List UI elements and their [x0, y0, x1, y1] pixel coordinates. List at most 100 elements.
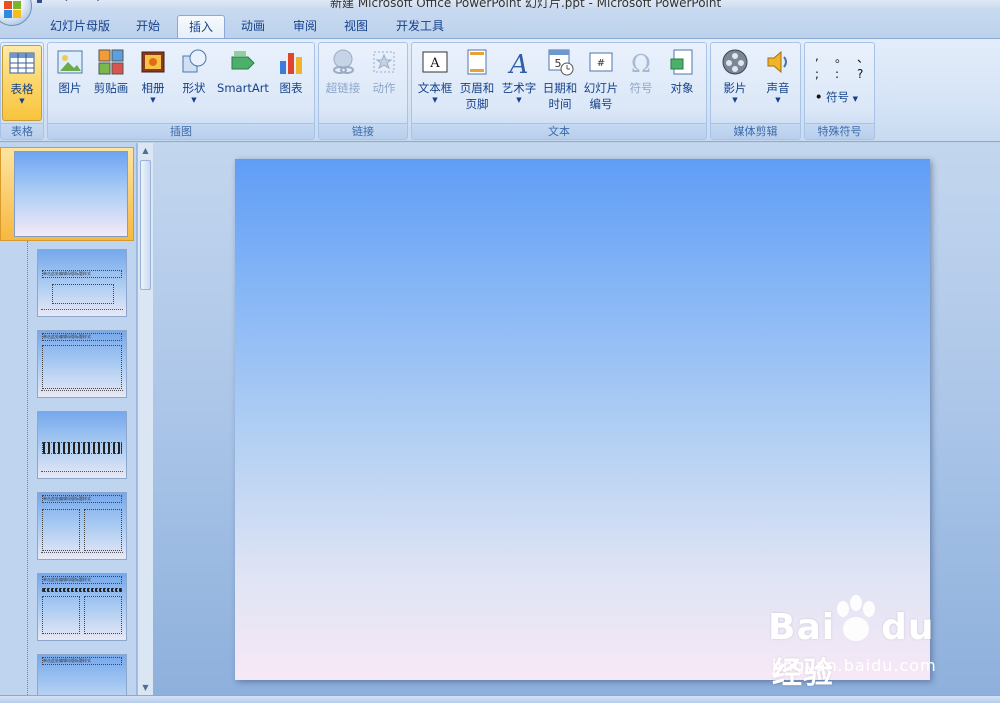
- film-reel-icon: [720, 47, 750, 77]
- thumbnail-placeholder: [84, 596, 122, 634]
- office-logo-icon: [4, 1, 22, 19]
- group-media: 影片 ▼ 声音 ▼ 媒体剪辑: [710, 42, 801, 140]
- undo-icon[interactable]: ↶: [64, 0, 78, 6]
- symbol-label: 符号: [629, 81, 653, 95]
- save-icon[interactable]: ▪: [36, 0, 50, 6]
- group-special-label: 特殊符号: [805, 123, 874, 139]
- action-label: 动作: [372, 81, 396, 95]
- chart-icon: [276, 47, 306, 77]
- movie-button[interactable]: 影片 ▼: [715, 45, 755, 104]
- date-time-icon: 5: [545, 47, 575, 77]
- quick-access-toolbar: ▪ ↶ ↷: [36, 0, 106, 8]
- group-links: 超链接 动作 链接: [318, 42, 408, 140]
- group-illustrations: 图片 剪贴画 相册 ▼ 形状 ▼ SmartArt 图表 插图: [47, 42, 315, 140]
- clipart-button[interactable]: 剪贴画: [91, 45, 131, 96]
- thumbnail-scrollbar[interactable]: ▲ ▼: [137, 143, 153, 695]
- ribbon-tabs: 幻灯片母版 开始 插入 动画 审阅 视图 开发工具: [0, 9, 1000, 39]
- group-special-symbols: , 。 、 ; : ? • 符号 ▼ 特殊符号: [804, 42, 875, 140]
- tab-view[interactable]: 视图: [333, 15, 379, 39]
- watermark-url: jingyan.baidu.com: [772, 656, 937, 675]
- thumbnail-placeholder: [42, 588, 122, 592]
- thumbnail-layout-3[interactable]: [37, 411, 127, 479]
- thumbnail-placeholder: [42, 345, 122, 389]
- chevron-down-icon: ▼: [775, 96, 781, 104]
- shapes-button[interactable]: 形状 ▼: [176, 45, 212, 104]
- tab-home[interactable]: 开始: [124, 15, 172, 39]
- thumbnail-layout-4[interactable]: 单击此处编辑母版标题样式: [37, 492, 127, 560]
- date-time-label-2: 时间: [548, 97, 572, 111]
- thumbnail-title: 单击此处编辑母版标题样式: [42, 576, 122, 584]
- thumbnail-placeholder: [84, 509, 122, 551]
- chevron-down-icon: ▼: [432, 96, 438, 104]
- thumbnail-slide-master[interactable]: [14, 151, 128, 237]
- redo-icon[interactable]: ↷: [92, 0, 106, 6]
- thumbnail-title: 单击此处编辑母版标题样式: [42, 657, 122, 665]
- symbol-semicolon[interactable]: ;: [815, 67, 819, 81]
- picture-label: 图片: [58, 81, 82, 95]
- thumbnail-footer: [41, 390, 123, 395]
- dot-icon: •: [815, 90, 823, 104]
- hyperlink-button[interactable]: 超链接: [322, 45, 364, 96]
- photo-album-button[interactable]: 相册 ▼: [135, 45, 171, 104]
- svg-text:A: A: [508, 50, 529, 77]
- thumbnail-layout-6[interactable]: 单击此处编辑母版标题样式: [37, 654, 127, 695]
- layout-tree-guide: [27, 241, 28, 695]
- picture-button[interactable]: 图片: [52, 45, 88, 96]
- tab-animation[interactable]: 动画: [230, 15, 276, 39]
- thumbnail-layout-5[interactable]: 单击此处编辑母版标题样式: [37, 573, 127, 641]
- wordart-icon: A: [504, 47, 534, 80]
- chart-button[interactable]: 图表: [273, 45, 309, 96]
- svg-text:5: 5: [555, 57, 562, 70]
- thumbnail-placeholder: [42, 596, 80, 634]
- action-icon: [369, 47, 399, 77]
- group-illustrations-label: 插图: [48, 123, 314, 139]
- symbol-dropdown-button[interactable]: • 符号 ▼: [815, 89, 858, 105]
- chart-label: 图表: [279, 81, 303, 95]
- tab-slide-master[interactable]: 幻灯片母版: [40, 15, 120, 39]
- symbol-period[interactable]: 。: [835, 49, 847, 66]
- scroll-down-icon[interactable]: ▼: [140, 682, 151, 693]
- symbol-enumeration[interactable]: 、: [857, 49, 869, 66]
- object-icon: [667, 47, 697, 77]
- symbol-colon[interactable]: :: [835, 67, 839, 81]
- tab-review[interactable]: 审阅: [281, 15, 329, 39]
- tab-developer[interactable]: 开发工具: [384, 15, 456, 39]
- group-table-label: 表格: [1, 123, 43, 139]
- hyperlink-icon: [328, 47, 358, 77]
- symbol-question[interactable]: ?: [857, 67, 863, 81]
- chevron-down-icon: ▼: [191, 96, 197, 104]
- watermark-brand: Bai du经验: [768, 607, 935, 691]
- ribbon: 表格 ▼ 表格 图片 剪贴画 相册 ▼ 形状 ▼ SmartArt 图表 插图 …: [0, 38, 1000, 142]
- symbol-comma[interactable]: ,: [815, 49, 819, 63]
- thumbnail-layout-2[interactable]: 单击此处编辑母版标题样式: [37, 330, 127, 398]
- group-text-label: 文本: [412, 123, 706, 139]
- date-time-button[interactable]: 5 日期和 时间: [540, 45, 580, 112]
- thumbnail-layout-1[interactable]: 单击此处编辑母版标题样式: [37, 249, 127, 317]
- sound-button[interactable]: 声音 ▼: [758, 45, 798, 104]
- symbol-button[interactable]: Ω 符号: [623, 45, 659, 96]
- movie-label: 影片: [723, 81, 747, 95]
- textbox-button[interactable]: A 文本框 ▼: [415, 45, 455, 104]
- scrollbar-thumb[interactable]: [140, 160, 151, 290]
- chevron-down-icon: ▼: [516, 96, 522, 104]
- date-time-label: 日期和: [542, 81, 578, 95]
- scroll-up-icon[interactable]: ▲: [140, 145, 151, 156]
- header-footer-button[interactable]: 页眉和 页脚: [457, 45, 497, 112]
- object-button[interactable]: 对象: [664, 45, 700, 96]
- chevron-down-icon: ▼: [732, 96, 738, 104]
- thumbnail-title: 单击此处编辑母版标题样式: [42, 270, 122, 278]
- symbol-dropdown-label: 符号: [826, 90, 850, 104]
- sound-label: 声音: [766, 81, 790, 95]
- thumbnail-footer: [41, 309, 123, 314]
- speaker-icon: [763, 47, 793, 77]
- header-footer-icon: [462, 47, 492, 77]
- slide-number-button[interactable]: # 幻灯片 编号: [581, 45, 621, 112]
- action-button[interactable]: 动作: [366, 45, 402, 96]
- table-button[interactable]: 表格 ▼: [2, 45, 42, 121]
- wordart-button[interactable]: A 艺术字 ▼: [499, 45, 539, 104]
- smartart-button[interactable]: SmartArt: [216, 45, 270, 96]
- tab-insert[interactable]: 插入: [177, 15, 225, 39]
- smartart-label: SmartArt: [217, 81, 269, 95]
- window-title: 新建 Microsoft Office PowerPoint 幻灯片.ppt -…: [330, 0, 722, 9]
- photo-album-icon: [138, 47, 168, 77]
